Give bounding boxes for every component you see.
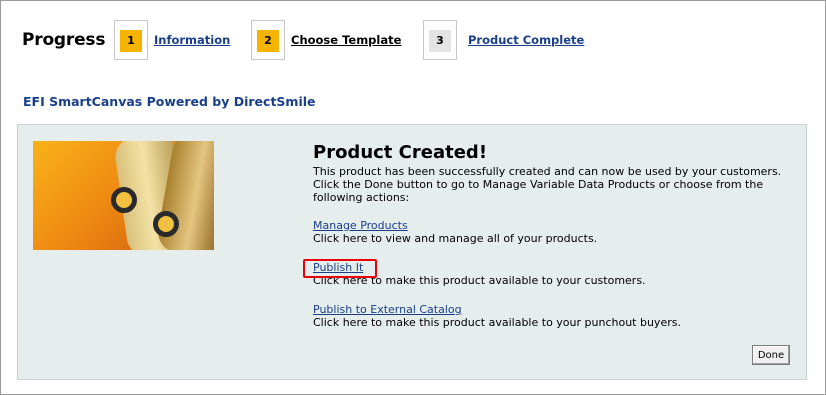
step-3-box: 3 [423, 20, 457, 60]
page-subtitle: EFI SmartCanvas Powered by DirectSmile [23, 94, 316, 109]
thumbnail-goggle-graphic [111, 187, 137, 213]
product-thumbnail [33, 141, 214, 250]
product-created-heading: Product Created! [313, 142, 488, 163]
product-created-description: This product has been successfully creat… [313, 165, 782, 204]
step-choose-template-label: Choose Template [291, 33, 402, 47]
step-3-number: 3 [429, 30, 451, 52]
done-button[interactable]: Done [752, 345, 790, 365]
step-product-complete-link[interactable]: Product Complete [468, 33, 584, 47]
manage-products-description: Click here to view and manage all of you… [313, 232, 598, 245]
step-1-number: 1 [120, 30, 142, 52]
progress-title: Progress [22, 30, 106, 50]
step-2-box: 2 [251, 20, 285, 60]
thumbnail-goggle-graphic [153, 211, 179, 237]
step-2-number: 2 [257, 30, 279, 52]
step-information-link[interactable]: Information [154, 33, 230, 47]
publish-external-catalog-link[interactable]: Publish to External Catalog [313, 303, 462, 316]
product-created-panel: Product Created! This product has been s… [17, 124, 807, 380]
manage-products-link[interactable]: Manage Products [313, 219, 408, 232]
publish-external-catalog-description: Click here to make this product availabl… [313, 316, 681, 329]
publish-it-highlight [303, 259, 377, 278]
step-1-box: 1 [114, 20, 148, 60]
